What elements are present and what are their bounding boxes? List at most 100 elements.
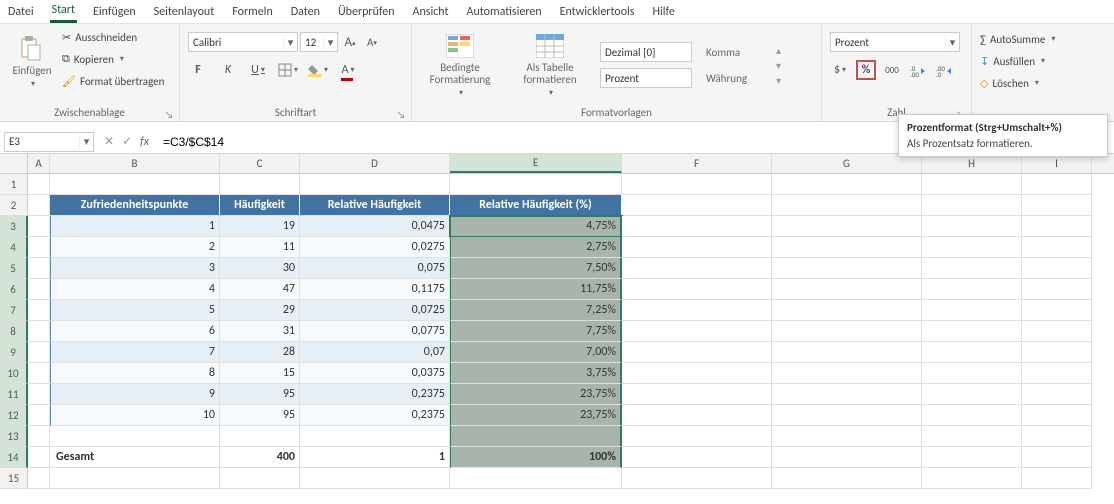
conditional-format-button[interactable]: Bedingte Formatierung▾ — [420, 29, 500, 101]
cell[interactable] — [772, 321, 922, 342]
cell[interactable]: 29 — [220, 300, 300, 321]
cell[interactable] — [922, 447, 1022, 468]
fill-button[interactable]: ↧ Ausfüllen ▾ — [980, 50, 1045, 72]
cell[interactable] — [50, 426, 220, 447]
number-format-combo[interactable]: Prozent▾ — [830, 32, 960, 52]
cell[interactable] — [772, 300, 922, 321]
cell[interactable] — [622, 468, 772, 489]
style-waehrung[interactable]: Währung — [706, 72, 766, 85]
cell[interactable] — [1022, 363, 1092, 384]
cell[interactable] — [28, 468, 50, 489]
cell[interactable] — [772, 468, 922, 489]
cell[interactable] — [922, 300, 1022, 321]
cell[interactable]: 0,0375 — [300, 363, 450, 384]
cell[interactable] — [1022, 237, 1092, 258]
cell[interactable] — [622, 447, 772, 468]
cell[interactable] — [772, 363, 922, 384]
tab-ansicht[interactable]: Ansicht — [411, 2, 451, 22]
cell[interactable]: Relative Häufigkeit — [300, 195, 450, 216]
increase-font-icon[interactable]: A▴ — [340, 32, 360, 52]
cell[interactable]: Gesamt — [50, 447, 220, 468]
cell[interactable]: 6 — [50, 321, 220, 342]
row-header[interactable]: 4 — [0, 237, 28, 258]
tab-start[interactable]: Start — [50, 0, 77, 23]
cell[interactable]: 31 — [220, 321, 300, 342]
cell[interactable]: 11,75% — [450, 279, 622, 300]
dialog-launcher-icon[interactable]: ↘ — [163, 108, 175, 120]
cell[interactable] — [622, 195, 772, 216]
cell[interactable] — [28, 363, 50, 384]
cell[interactable] — [220, 468, 300, 489]
fx-icon[interactable]: fx — [140, 135, 149, 149]
cell[interactable] — [1022, 195, 1092, 216]
row-header[interactable]: 15 — [0, 468, 28, 489]
cell[interactable]: 400 — [220, 447, 300, 468]
cell[interactable] — [622, 426, 772, 447]
cell[interactable] — [28, 405, 50, 426]
cell[interactable] — [772, 342, 922, 363]
enter-icon[interactable]: ✓ — [122, 134, 132, 149]
cell[interactable] — [1022, 279, 1092, 300]
cell[interactable]: 1 — [50, 216, 220, 237]
row-header[interactable]: 7 — [0, 300, 28, 321]
cell[interactable] — [1022, 216, 1092, 237]
cell[interactable]: 0,0775 — [300, 321, 450, 342]
cell[interactable] — [622, 258, 772, 279]
autosum-button[interactable]: ∑ AutoSumme ▾ — [980, 28, 1055, 50]
col-header-d[interactable]: D — [300, 154, 450, 173]
cell[interactable] — [922, 342, 1022, 363]
cell[interactable]: 28 — [220, 342, 300, 363]
cell[interactable] — [772, 384, 922, 405]
tab-ueberpruefen[interactable]: Überprüfen — [336, 2, 397, 22]
cell[interactable]: Zufriedenheitspunkte — [50, 195, 220, 216]
cell[interactable]: 5 — [50, 300, 220, 321]
cell[interactable] — [922, 279, 1022, 300]
cell[interactable] — [922, 405, 1022, 426]
row-header[interactable]: 12 — [0, 405, 28, 426]
cell[interactable]: 7,25% — [450, 300, 622, 321]
comma-button[interactable]: 000 — [882, 60, 902, 80]
cell[interactable]: 10 — [50, 405, 220, 426]
cell[interactable]: 0,2375 — [300, 384, 450, 405]
format-painter-button[interactable]: 🖌 Format übertragen — [62, 70, 164, 92]
cell[interactable]: 0,0275 — [300, 237, 450, 258]
row-header[interactable]: 11 — [0, 384, 28, 405]
cut-button[interactable]: ✂ Ausschneiden — [62, 26, 164, 48]
font-color-button[interactable]: A▾ — [338, 60, 358, 80]
style-komma[interactable]: Komma — [706, 46, 766, 59]
name-box[interactable]: E3▾ — [4, 132, 94, 152]
style-dezimal[interactable]: Dezimal [0] — [600, 42, 692, 62]
cancel-icon[interactable]: ✕ — [104, 134, 114, 149]
cell[interactable] — [772, 426, 922, 447]
cell[interactable] — [772, 174, 922, 195]
cell[interactable] — [1022, 258, 1092, 279]
cell[interactable] — [922, 384, 1022, 405]
cell[interactable] — [1022, 300, 1092, 321]
cell[interactable] — [922, 216, 1022, 237]
paste-button[interactable]: Einfügen ▾ — [8, 26, 56, 98]
cell[interactable] — [1022, 342, 1092, 363]
font-name-combo[interactable]: Calibri▾ — [188, 32, 298, 52]
format-as-table-button[interactable]: Als Tabelle formatieren▾ — [510, 29, 590, 101]
cell[interactable]: 7,75% — [450, 321, 622, 342]
cell[interactable] — [1022, 447, 1092, 468]
cell[interactable] — [922, 258, 1022, 279]
cell[interactable]: 4,75% — [450, 216, 622, 237]
cell[interactable] — [922, 195, 1022, 216]
cell[interactable]: 2 — [50, 237, 220, 258]
cell[interactable]: 3,75% — [450, 363, 622, 384]
row-header[interactable]: 6 — [0, 279, 28, 300]
tab-einfuegen[interactable]: Einfügen — [91, 2, 138, 22]
cell[interactable]: Häufigkeit — [220, 195, 300, 216]
cell[interactable]: 8 — [50, 363, 220, 384]
cell[interactable] — [772, 258, 922, 279]
row-header[interactable]: 13 — [0, 426, 28, 447]
increase-decimal-button[interactable]: .0.00 — [908, 60, 928, 80]
cell[interactable]: 100% — [450, 447, 622, 468]
cell[interactable] — [622, 237, 772, 258]
col-header-c[interactable]: C — [220, 154, 300, 173]
row-header[interactable]: 14 — [0, 447, 28, 468]
row-header[interactable]: 9 — [0, 342, 28, 363]
cell[interactable] — [28, 174, 50, 195]
cell[interactable] — [772, 405, 922, 426]
